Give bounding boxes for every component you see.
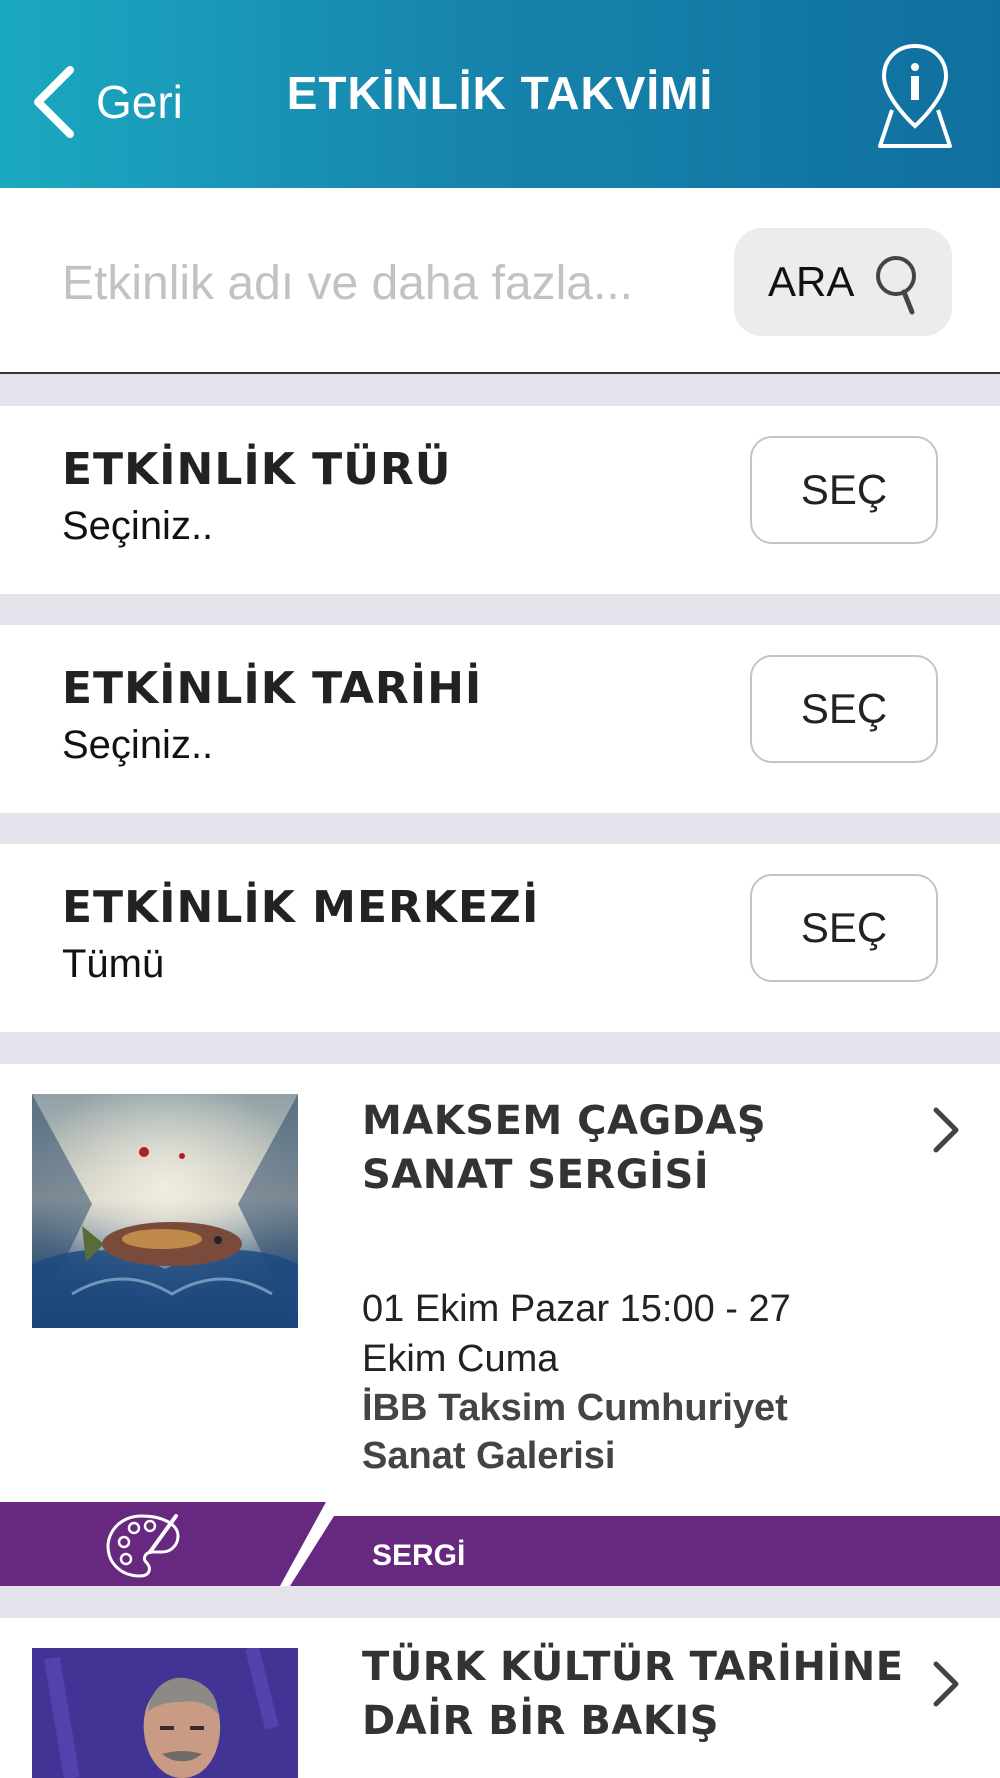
event-card[interactable]: TÜRK KÜLTÜR TARİHİNE DAİR BİR BAKIŞ — [0, 1618, 1000, 1778]
select-event-type-button[interactable]: SEÇ — [750, 436, 938, 544]
search-bar: ARA — [0, 188, 1000, 374]
filter-title: ETKİNLİK TARİHİ — [62, 663, 483, 714]
event-category-bar: SERGİ — [0, 1502, 1000, 1586]
filter-event-center: ETKİNLİK MERKEZİ Tümü SEÇ — [0, 844, 1000, 1032]
event-venue: İBB Taksim Cumhuriyet Sanat Galerisi — [362, 1387, 788, 1477]
event-title: TÜRK KÜLTÜR TARİHİNE DAİR BİR BAKIŞ — [362, 1644, 904, 1744]
search-button[interactable]: ARA — [734, 228, 952, 336]
event-category-label: SERGİ — [372, 1539, 465, 1572]
event-date: 01 Ekim Pazar 15:00 - 27 Ekim Cuma — [362, 1288, 791, 1380]
event-title: MAKSEM ÇAGDAŞ SANAT SERGİSİ — [362, 1098, 767, 1198]
map-pin-info-icon[interactable] — [860, 40, 970, 152]
select-event-date-button[interactable]: SEÇ — [750, 655, 938, 763]
filter-value: Tümü — [62, 942, 165, 986]
select-event-center-button[interactable]: SEÇ — [750, 874, 938, 982]
page-title: ETKİNLİK TAKVİMİ — [286, 67, 714, 119]
filter-event-type: ETKİNLİK TÜRÜ Seçiniz.. SEÇ — [0, 406, 1000, 594]
filter-title: ETKİNLİK MERKEZİ — [62, 882, 540, 933]
chevron-right-icon — [933, 1107, 959, 1153]
filter-value: Seçiniz.. — [62, 504, 214, 548]
chevron-right-icon — [933, 1661, 959, 1707]
app-header: Geri ETKİNLİK TAKVİMİ — [0, 0, 1000, 188]
filter-value: Seçiniz.. — [62, 723, 214, 767]
event-image — [32, 1094, 298, 1328]
search-input[interactable] — [60, 232, 704, 334]
search-button-label: ARA — [768, 258, 855, 305]
filter-title: ETKİNLİK TÜRÜ — [62, 444, 452, 495]
filter-event-date: ETKİNLİK TARİHİ Seçiniz.. SEÇ — [0, 625, 1000, 813]
event-image — [32, 1648, 298, 1778]
search-icon — [876, 256, 916, 315]
